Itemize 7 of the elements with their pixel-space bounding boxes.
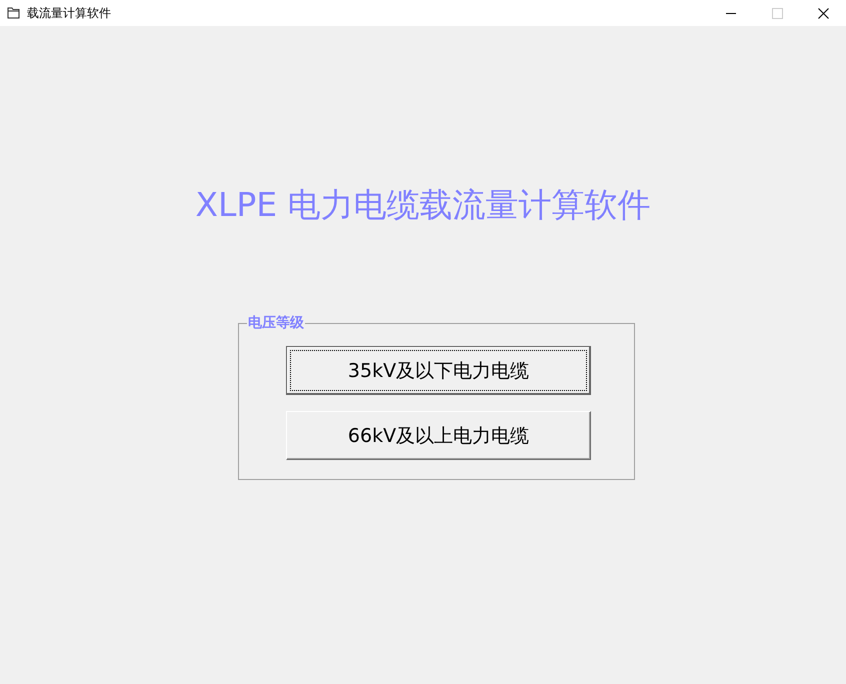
close-icon[interactable]: [818, 8, 828, 18]
cable-type-button[interactable]: 35kV及以下电力电缆: [286, 346, 591, 395]
cable-type-button[interactable]: 66kV及以上电力电缆: [286, 411, 591, 460]
folder-icon: [7, 7, 21, 19]
app-heading: XLPE 电力电缆载流量计算软件: [194, 184, 652, 226]
window-title: 载流量计算软件: [27, 4, 111, 22]
group-label: 电压等级: [247, 314, 305, 332]
